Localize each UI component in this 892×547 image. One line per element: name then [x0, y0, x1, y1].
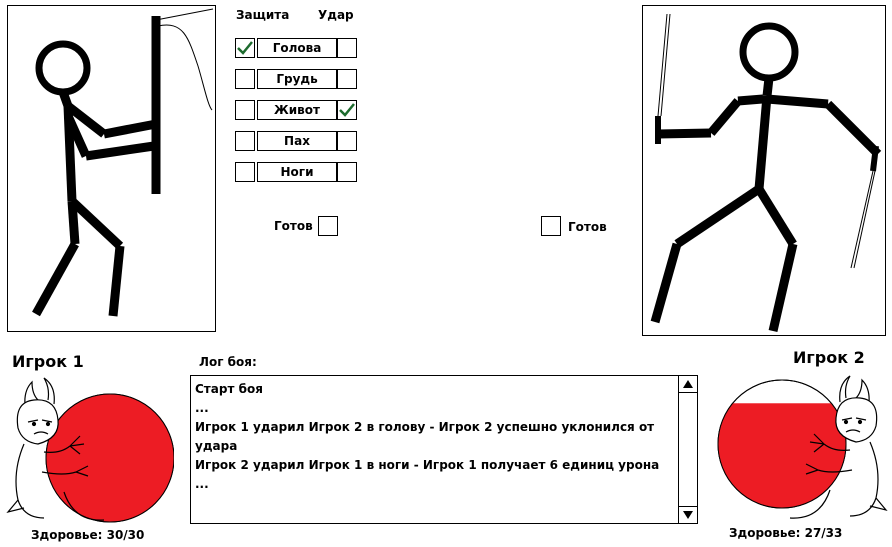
battle-log[interactable]: Старт боя ... Игрок 1 ударил Игрок 2 в г… — [190, 375, 698, 524]
log-line: ... — [195, 401, 209, 415]
attack-checkbox-head[interactable] — [337, 38, 357, 58]
log-content: Старт боя ... Игрок 1 ударил Игрок 2 в г… — [195, 380, 675, 521]
player-2-health-orb — [717, 375, 888, 519]
check-icon — [339, 103, 355, 117]
log-line: Игрок 2 ударил Игрок 1 в ноги - Игрок 1 … — [195, 458, 660, 472]
defense-checkbox-chest[interactable] — [235, 69, 255, 89]
player-1-ready-label: Готов — [274, 219, 313, 233]
attack-column-header: Удар — [318, 8, 354, 22]
scroll-down-button[interactable] — [679, 506, 697, 523]
player-2-health-text: Здоровье: 27/33 — [729, 526, 843, 540]
zone-label-legs[interactable]: Ноги — [257, 162, 337, 182]
attack-checkbox-belly[interactable] — [337, 100, 357, 120]
attack-checkbox-groin[interactable] — [337, 131, 357, 151]
player-1-avatar — [4, 372, 174, 524]
fighter-2-panel — [642, 5, 886, 336]
fighter-1-figure — [32, 8, 214, 317]
log-line: Игрок 1 ударил Игрок 2 в голову - Игрок … — [195, 420, 655, 434]
player-1-name: Игрок 1 — [12, 352, 84, 371]
log-title: Лог боя: — [199, 355, 257, 369]
zone-label-chest[interactable]: Грудь — [257, 69, 337, 89]
zone-label-groin[interactable]: Пах — [257, 131, 337, 151]
player-2-avatar — [716, 370, 890, 526]
scroll-up-button[interactable] — [679, 376, 697, 393]
log-line: удара — [195, 439, 238, 453]
player-1-ready-checkbox[interactable] — [318, 216, 338, 236]
defense-column-header: Защита — [236, 8, 290, 22]
fighter-2-figure — [650, 13, 882, 333]
defense-checkbox-legs[interactable] — [235, 162, 255, 182]
player-1-health-orb — [6, 377, 174, 523]
check-icon — [237, 41, 253, 55]
defense-checkbox-groin[interactable] — [235, 131, 255, 151]
defense-checkbox-belly[interactable] — [235, 100, 255, 120]
attack-checkbox-legs[interactable] — [337, 162, 357, 182]
player-1-health-fill — [46, 394, 174, 522]
log-line: ... — [195, 477, 209, 491]
arrow-up-icon — [683, 380, 693, 388]
player-1-health-text: Здоровье: 30/30 — [31, 528, 145, 542]
fighter-1-panel — [7, 5, 216, 332]
defense-checkbox-head[interactable] — [235, 38, 255, 58]
player-2-name: Игрок 2 — [793, 348, 865, 367]
player-2-ready-checkbox[interactable] — [541, 216, 561, 236]
player-2-health-fill — [718, 403, 846, 508]
log-line: Старт боя — [195, 382, 263, 396]
zone-label-head[interactable]: Голова — [257, 38, 337, 58]
arrow-down-icon — [683, 511, 693, 519]
player-2-ready-label: Готов — [568, 220, 607, 234]
log-scrollbar[interactable] — [678, 376, 697, 523]
zone-label-belly[interactable]: Живот — [257, 100, 337, 120]
attack-checkbox-chest[interactable] — [337, 69, 357, 89]
